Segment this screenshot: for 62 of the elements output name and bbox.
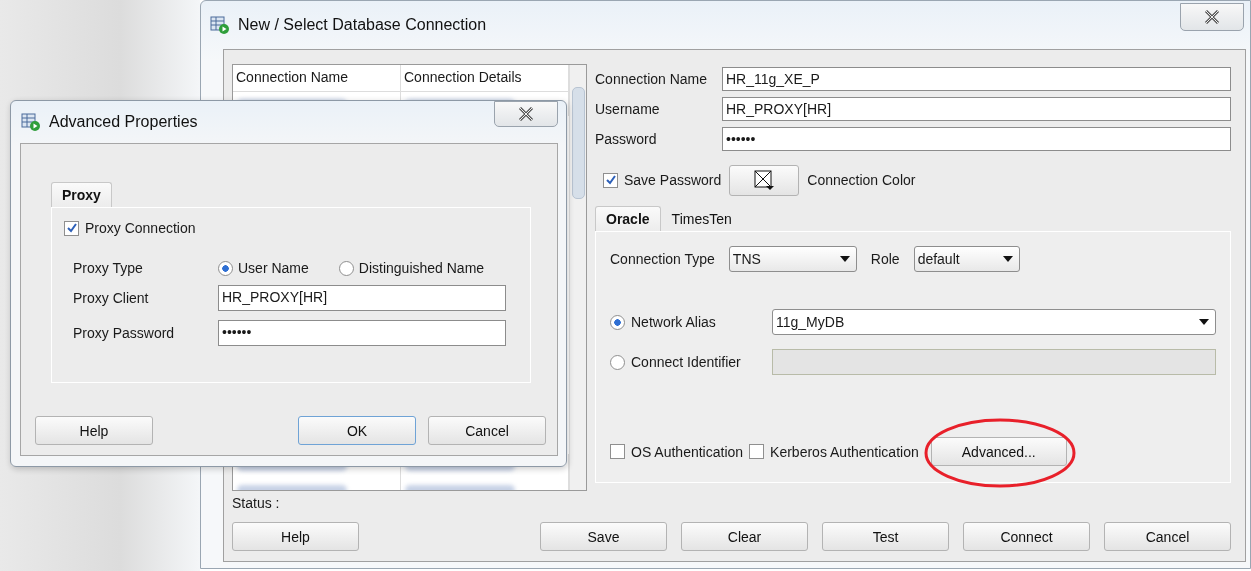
radio-button[interactable] xyxy=(218,260,233,276)
field-label: Role xyxy=(870,251,900,267)
caret-icon xyxy=(1199,319,1209,325)
radio-label: Network Alias xyxy=(631,314,717,330)
dialog-button[interactable]: Save xyxy=(540,522,667,551)
close-icon xyxy=(518,107,534,121)
tab[interactable]: Proxy xyxy=(51,182,112,207)
tab[interactable]: Oracle xyxy=(595,206,661,231)
dialog-button[interactable]: OK xyxy=(298,416,416,445)
caret-icon xyxy=(839,256,850,262)
field-label: Proxy Client xyxy=(73,290,150,306)
radio-button[interactable] xyxy=(338,260,354,276)
help-button[interactable]: Help xyxy=(232,522,359,551)
table-icon xyxy=(21,112,41,132)
window-title: New / Select Database Connection xyxy=(238,16,487,34)
radio-button[interactable] xyxy=(610,314,625,330)
checkbox[interactable] xyxy=(603,172,618,188)
field-label: Connection Name xyxy=(595,71,709,87)
color-picker-button[interactable] xyxy=(729,164,800,196)
checkbox[interactable] xyxy=(749,444,765,459)
dialog-button[interactable]: Cancel xyxy=(1104,522,1231,551)
scrollbar[interactable] xyxy=(569,65,586,490)
input-field[interactable]: HR_PROXY[HR] xyxy=(218,285,506,311)
radio-label: User Name xyxy=(238,260,309,276)
dialog-button[interactable]: Connect xyxy=(963,522,1090,551)
input-field[interactable]: HR_PROXY[HR] xyxy=(722,97,1231,121)
field-label: Connection Color xyxy=(807,172,916,188)
input-field[interactable]: HR_11g_XE_P xyxy=(722,67,1231,91)
dropdown[interactable]: TNS xyxy=(728,246,857,272)
checkbox[interactable] xyxy=(64,220,79,236)
color-swatch-icon xyxy=(753,169,776,191)
close-icon xyxy=(1204,10,1220,24)
field-label: Password xyxy=(595,131,658,147)
close-button[interactable] xyxy=(1180,3,1244,31)
dropdown[interactable]: default xyxy=(913,246,1020,272)
table-icon xyxy=(210,15,230,35)
dialog-button[interactable]: Test xyxy=(822,522,949,551)
tab[interactable]: TimesTen xyxy=(660,206,743,231)
field-label: Proxy Type xyxy=(73,260,144,276)
field-label: Connection Type xyxy=(610,251,715,267)
checkbox-label: Save Password xyxy=(624,172,722,188)
dialog-button[interactable]: Clear xyxy=(681,522,808,551)
dropdown[interactable]: 11g_MyDB xyxy=(772,309,1216,335)
field-label: Username xyxy=(595,101,661,117)
radio-label: Distinguished Name xyxy=(358,260,485,276)
radio-label: Connect Identifier xyxy=(631,354,742,370)
checkbox-label: OS Authentication xyxy=(631,443,744,460)
close-button[interactable] xyxy=(494,101,558,127)
input-field[interactable]: •••••• xyxy=(722,127,1231,151)
input-field[interactable]: •••••• xyxy=(218,320,506,346)
window-title: Advanced Properties xyxy=(49,113,198,131)
scroll-thumb[interactable] xyxy=(571,87,585,199)
field-label: Proxy Password xyxy=(73,325,176,341)
advanced-button[interactable]: Advanced... xyxy=(930,437,1067,466)
help-button[interactable]: Help xyxy=(35,416,153,445)
column-header[interactable]: Connection Name xyxy=(233,65,401,91)
status-label: Status : xyxy=(232,495,281,511)
dialog-button[interactable]: Cancel xyxy=(428,416,546,445)
caret-icon xyxy=(1002,256,1013,262)
checkbox-label: Proxy Connection xyxy=(85,220,196,236)
checkbox-label: Kerberos Authentication xyxy=(770,443,919,460)
checkbox[interactable] xyxy=(610,444,625,459)
